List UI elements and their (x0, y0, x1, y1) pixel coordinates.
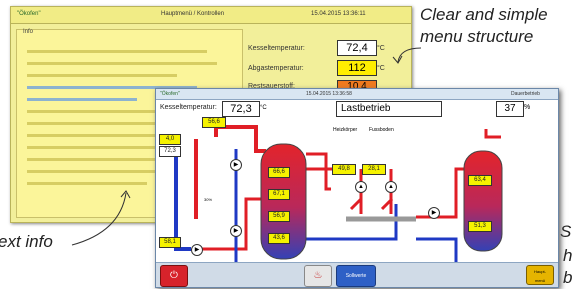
temp-tag: 56,6 (202, 117, 226, 128)
caption-right-1: S (560, 222, 572, 241)
bottom-toolbar: ⏻ ♨ Sollwerte Haupt- menü (156, 262, 558, 287)
temp-tag: 56,9 (268, 211, 290, 222)
percent-label: 30% (204, 197, 213, 202)
system-overview-panel: "Ökofen" 15.04.2015 13:36:58 Dauerbetrie… (155, 88, 559, 288)
temp-tag: 67,1 (268, 189, 290, 200)
temp-tag: 51,3 (468, 221, 492, 232)
pump-icon: ▶ (230, 159, 242, 171)
temp-tag: 28,1 (362, 164, 386, 175)
temp-tag: 43,6 (268, 233, 290, 244)
temp-tag: 63,4 (468, 175, 492, 186)
caption-right-2: h (563, 246, 573, 265)
power-icon: ⏻ (170, 270, 178, 281)
temp-tag: 4,0 (159, 134, 181, 145)
caption-right-3: b (563, 268, 573, 287)
temp-tag: 72,3 (159, 146, 181, 157)
temp-tag: 66,6 (268, 167, 290, 178)
circuit-label-fussboden: Fussboden (369, 127, 394, 133)
pump-icon: ▶ (230, 225, 242, 237)
pump-icon: ▶ (191, 244, 203, 256)
pump-icon: ▶ (428, 207, 440, 219)
pump-icon: ▲ (385, 181, 397, 193)
flame-icon: ♨ (313, 270, 323, 281)
burner-button[interactable]: ♨ (304, 265, 332, 287)
temp-tag: 49,8 (332, 164, 356, 175)
pump-icon: ▲ (355, 181, 367, 193)
circuit-label-heizkoerper: Heizkörper (333, 127, 358, 133)
temp-tag: 58,1 (159, 237, 181, 248)
power-button[interactable]: ⏻ (160, 265, 188, 287)
main-menu-button[interactable]: Haupt- menü (526, 265, 554, 285)
setpoints-button[interactable]: Sollwerte (336, 265, 376, 287)
caption-text-info: ext info (0, 232, 53, 251)
